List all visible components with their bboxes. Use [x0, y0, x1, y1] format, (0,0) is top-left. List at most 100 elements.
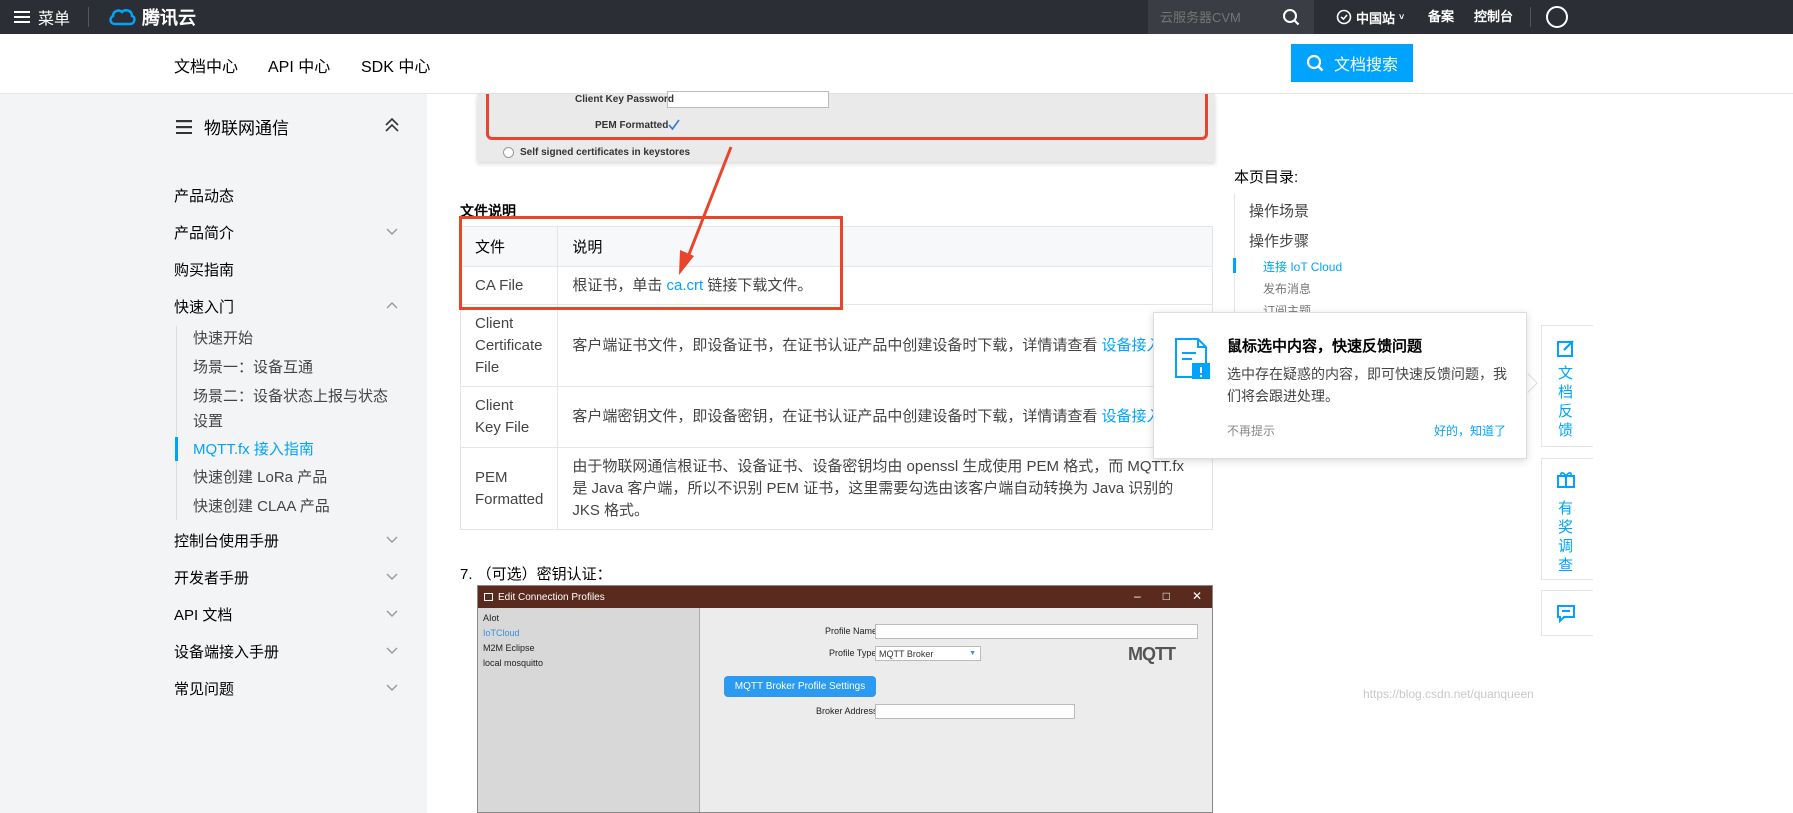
menu-button[interactable]: 菜单: [14, 0, 70, 34]
desc-cell: 客户端证书文件，即设备证书，在证书认证产品中创建设备时下载，详情请查看 设备接入…: [557, 304, 1213, 387]
self-signed-label: Self signed certificates in keystores: [520, 147, 691, 158]
app-titlebar: Edit Connection Profiles – □ ✕: [478, 586, 1212, 608]
got-it-button[interactable]: 好的，知道了: [1434, 422, 1506, 439]
chevron-up-icon[interactable]: [386, 301, 398, 309]
table-row: Client Certificate File 客户端证书文件，即设备证书，在证…: [459, 304, 1213, 387]
profile-type-select: MQTT Broker ▼: [875, 646, 981, 661]
profile-item: M2M Eclipse: [483, 643, 535, 653]
sidebar-item-api-docs[interactable]: API 文档: [174, 604, 232, 625]
menu-label: 菜单: [38, 11, 71, 28]
desc-text: 客户端密钥文件，即设备密钥，在证书认证产品中创建设备时下载，详情请查看: [572, 408, 1102, 425]
desc-cell: 由于物联网通信根证书、设备证书、设备密钥均由 openssl 生成使用 PEM …: [557, 447, 1213, 530]
chevron-down-icon: ˅: [1399, 12, 1405, 22]
chevron-down-icon[interactable]: [386, 573, 398, 581]
toc-active-indicator: [1233, 258, 1236, 273]
sidebar-item-faq[interactable]: 常见问题: [174, 678, 234, 699]
edit-icon: [1557, 340, 1574, 357]
chevron-down-icon[interactable]: [386, 228, 398, 236]
dropdown-arrow-icon: ▼: [969, 650, 976, 657]
file-cell: Client Certificate File: [459, 304, 559, 387]
file-cell: PEM Formatted: [459, 447, 559, 530]
step-7-heading: 7. （可选）密钥认证：: [460, 566, 612, 583]
toc-subitem[interactable]: 发布消息: [1263, 280, 1311, 297]
feedback-tip-popup: 鼠标选中内容，快速反馈问题 选中存在疑惑的内容，即可快速反馈问题，我们将会跟进处…: [1153, 312, 1527, 459]
chat-tool[interactable]: [1541, 590, 1593, 636]
sidebar-item-dev-manual[interactable]: 开发者手册: [174, 567, 249, 588]
sidebar-item-quick-start[interactable]: 快速入门: [174, 296, 234, 317]
profile-item: AIot: [483, 613, 500, 623]
sidebar-item-product-intro[interactable]: 产品简介: [174, 222, 234, 243]
highlight-box: [459, 216, 843, 310]
chevron-down-icon[interactable]: [386, 610, 398, 618]
sub-list-line: [176, 326, 177, 520]
toc-item[interactable]: 操作场景: [1249, 200, 1309, 221]
maximize-icon: □: [1162, 589, 1170, 603]
dont-show-again-link[interactable]: 不再提示: [1227, 422, 1275, 439]
profile-type-value: MQTT Broker: [879, 649, 934, 659]
doc-feedback-tool[interactable]: 文档反馈: [1541, 325, 1593, 447]
profile-name-field: [875, 624, 1198, 639]
profile-type-label: Profile Type: [829, 648, 877, 658]
sidebar-subitem[interactable]: 场景二：设备状态上报与状态设置: [193, 384, 388, 434]
doc-feedback-label: 文档反馈: [1558, 365, 1574, 439]
toc-item[interactable]: 操作步骤: [1249, 230, 1309, 251]
top-navbar: 菜单 腾讯云 中国站 ˅ 备案 控制台: [0, 0, 1793, 34]
divider: [88, 7, 89, 27]
doc-search-button[interactable]: 文档搜索: [1291, 44, 1413, 82]
chevron-down-icon[interactable]: [386, 647, 398, 655]
divider: [1530, 7, 1531, 27]
mqtt-logo: MQTT: [1128, 644, 1176, 664]
popup-text: 选中存在疑惑的内容，即可快速反馈问题，我们将会跟进处理。: [1227, 366, 1507, 404]
sidebar-title: 物联网通信: [176, 114, 289, 139]
survey-tool[interactable]: 有奖调查: [1541, 458, 1593, 580]
console-link[interactable]: 控制台: [1474, 0, 1513, 34]
chevron-down-icon[interactable]: [386, 536, 398, 544]
sidebar-title-label: 物联网通信: [204, 119, 289, 138]
toc-title: 本页目录:: [1234, 169, 1299, 186]
search-icon[interactable]: [1282, 8, 1300, 26]
desc-cell: 客户端密钥文件，即设备密钥，在证书认证产品中创建设备时下载，详情请查看 设备接入…: [557, 386, 1213, 448]
sidebar-subitem[interactable]: 快速创建 LoRa 产品: [193, 465, 327, 490]
gift-icon: [1557, 472, 1575, 488]
minimize-icon: –: [1134, 589, 1141, 603]
sidebar-item-console-manual[interactable]: 控制台使用手册: [174, 530, 279, 551]
close-icon: ✕: [1191, 589, 1202, 603]
hamburger-icon: [14, 11, 30, 23]
toc-subitem-active[interactable]: 连接 IoT Cloud: [1263, 258, 1342, 275]
profile-list: AIot IoTCloud M2M Eclipse local mosquitt…: [478, 608, 700, 812]
client-key-password-label: Client Key Password: [575, 94, 674, 105]
profile-name-label: Profile Name: [825, 626, 878, 636]
table-row: Client Key File 客户端密钥文件，即设备密钥，在证书认证产品中创建…: [459, 386, 1213, 448]
collapse-up-icon[interactable]: [384, 118, 400, 132]
profile-item-selected: IoTCloud: [483, 628, 520, 638]
broker-address-label: Broker Address: [816, 706, 878, 716]
region-selector[interactable]: 中国站 ˅: [1336, 0, 1404, 34]
tencent-cloud-logo[interactable]: 腾讯云: [108, 0, 196, 34]
sidebar-item-purchase[interactable]: 购买指南: [174, 259, 234, 280]
doc-search-label: 文档搜索: [1333, 57, 1398, 74]
top-search: [1148, 0, 1314, 34]
sidebar-subitem-active[interactable]: MQTT.fx 接入指南: [193, 437, 314, 462]
sidebar-item-product-updates[interactable]: 产品动态: [174, 185, 234, 206]
cloud-logo-icon: [109, 9, 136, 26]
globe-icon: [1336, 9, 1352, 25]
sidebar-subitem[interactable]: 快速开始: [193, 326, 253, 351]
checkmark-icon: [668, 119, 680, 131]
user-avatar-icon[interactable]: [1546, 6, 1568, 28]
nav-docs-center[interactable]: 文档中心: [174, 53, 238, 77]
sidebar-subitem[interactable]: 场景一：设备互通: [193, 355, 313, 380]
beian-link[interactable]: 备案: [1428, 0, 1454, 34]
mqttfx-screenshot: Edit Connection Profiles – □ ✕ AIot IoTC…: [477, 585, 1213, 813]
client-key-password-field: [667, 91, 829, 108]
chevron-down-icon[interactable]: [386, 684, 398, 692]
sidebar-item-device-manual[interactable]: 设备端接入手册: [174, 641, 279, 662]
top-search-input[interactable]: [1148, 9, 1278, 25]
logo-text: 腾讯云: [142, 8, 196, 28]
sidebar-subitem[interactable]: 快速创建 CLAA 产品: [193, 494, 330, 519]
file-cell: Client Key File: [459, 386, 559, 448]
nav-sdk-center[interactable]: SDK 中心: [361, 53, 430, 77]
nav-api-center[interactable]: API 中心: [268, 53, 330, 77]
pem-formatted-label: PEM Formatted: [595, 120, 669, 131]
window-title: Edit Connection Profiles: [498, 591, 605, 603]
chat-icon: [1557, 605, 1575, 623]
